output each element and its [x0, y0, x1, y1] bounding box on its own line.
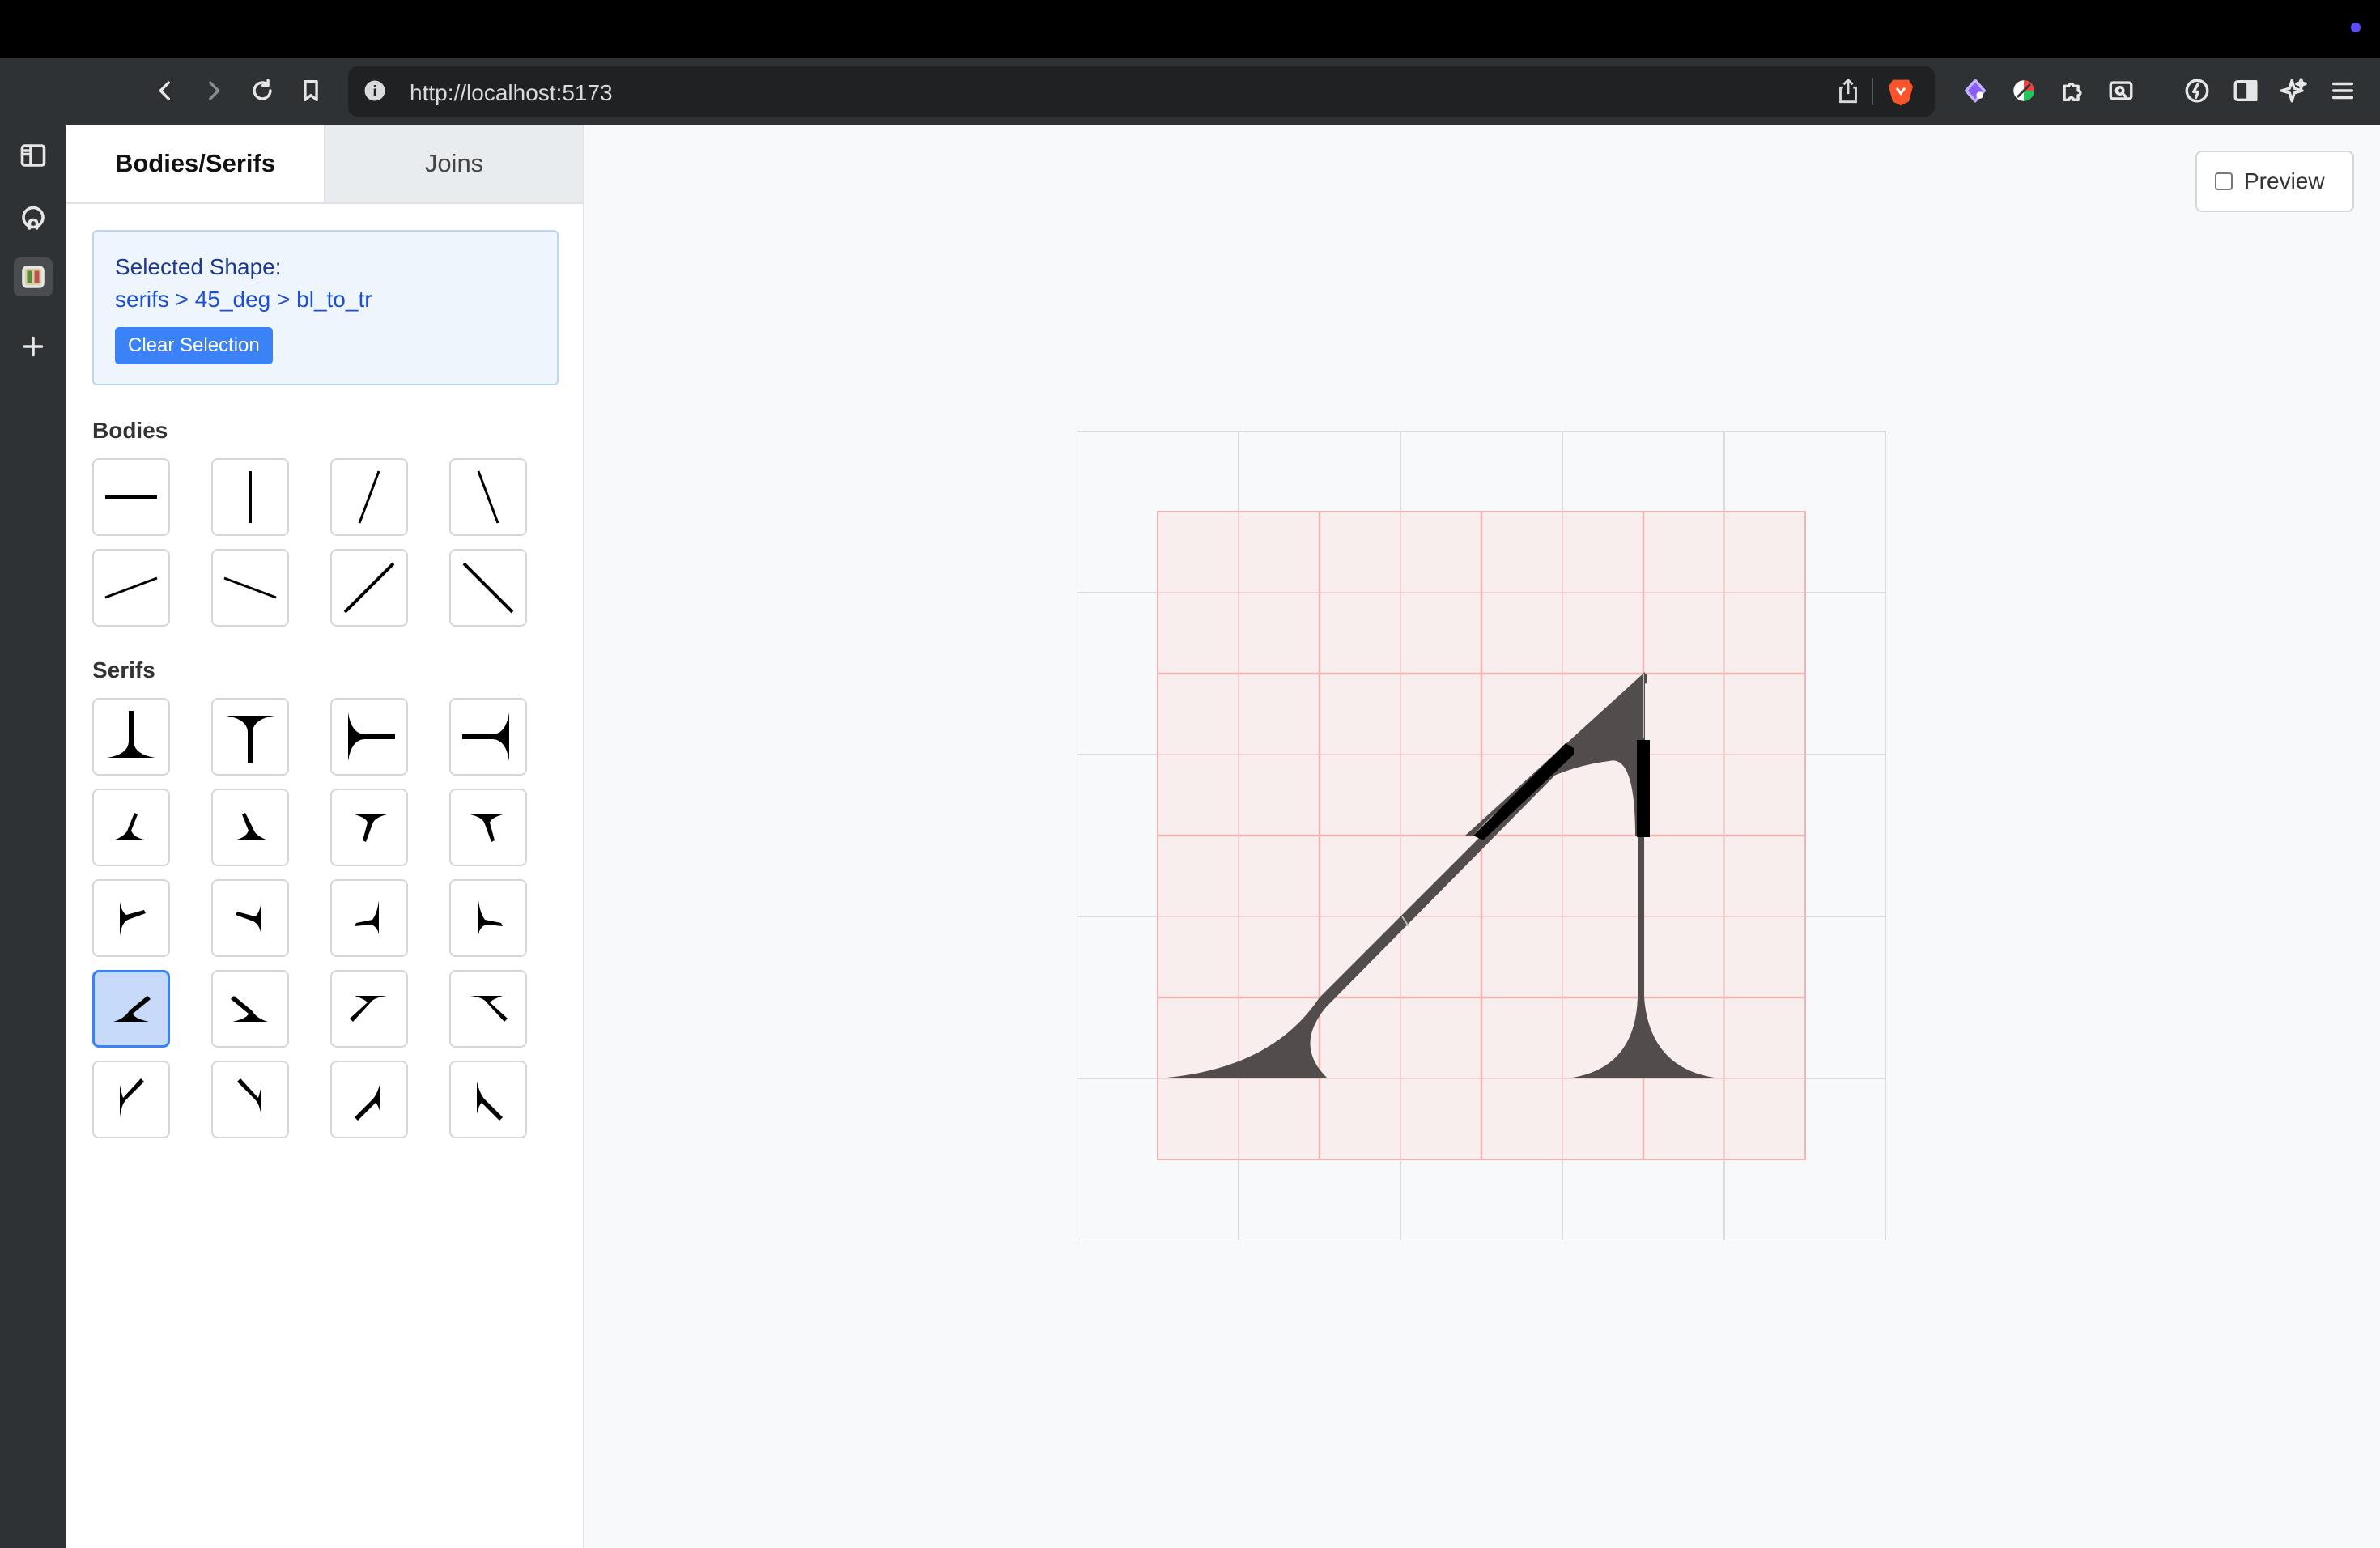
status-dot [2351, 23, 2361, 32]
serif-10-button[interactable] [211, 970, 289, 1048]
preview-toggle[interactable]: Preview [2195, 151, 2354, 212]
serifs-grid [92, 698, 527, 1138]
serif-left-button[interactable] [330, 698, 408, 776]
serif-4-button[interactable] [449, 789, 527, 866]
serif-bottom-button[interactable] [92, 698, 170, 776]
site-info-icon[interactable] [363, 79, 387, 103]
serif-top-button[interactable] [211, 698, 289, 776]
address-divider [1872, 78, 1873, 105]
menu-icon[interactable] [2323, 71, 2362, 110]
body-shallow-down-button[interactable] [211, 549, 289, 627]
selected-shape-path: serifs > 45_deg > bl_to_tr [115, 287, 372, 312]
bookmark-icon[interactable] [291, 71, 330, 110]
share-icon[interactable] [1833, 76, 1864, 107]
sidebar-toggle-icon[interactable] [2226, 71, 2265, 110]
serifs-heading: Serifs [92, 657, 155, 683]
clear-selection-button[interactable]: Clear Selection [115, 327, 273, 364]
serif-1-button[interactable] [92, 789, 170, 866]
serif-2-button[interactable] [211, 789, 289, 866]
preview-label: Preview [2244, 168, 2325, 194]
bodies-heading: Bodies [92, 418, 168, 443]
tab-bar: Bodies/Serifs Joins [66, 125, 583, 204]
tab-joins[interactable]: Joins [325, 125, 583, 202]
reader-mode-icon[interactable] [2102, 71, 2140, 110]
bodies-grid [92, 458, 527, 627]
body-vertical-button[interactable] [211, 458, 289, 536]
os-menu-bar [0, 0, 2380, 58]
serif-right-button[interactable] [449, 698, 527, 776]
glyph-canvas[interactable] [1077, 431, 1886, 1240]
editor-canvas-area: Preview [584, 125, 2380, 1548]
serif-12-button[interactable] [449, 970, 527, 1048]
back-icon[interactable] [146, 71, 185, 110]
browser-side-rail [0, 125, 66, 1548]
github-icon[interactable] [14, 199, 53, 238]
speedreader-icon[interactable] [2178, 71, 2216, 110]
body-slash-button[interactable] [330, 458, 408, 536]
serif-6-button[interactable] [211, 879, 289, 957]
body-shallow-up-button[interactable] [92, 549, 170, 627]
extensions-icon[interactable] [2053, 71, 2092, 110]
reload-icon[interactable] [243, 71, 282, 110]
leo-ai-icon[interactable] [2275, 71, 2314, 110]
serif-13-button[interactable] [92, 1061, 170, 1138]
serif-7-button[interactable] [330, 879, 408, 957]
body-horizontal-button[interactable] [92, 458, 170, 536]
add-icon[interactable] [14, 327, 53, 366]
body-diagonal-up-button[interactable] [330, 549, 408, 627]
tab-bodies-serifs[interactable]: Bodies/Serifs [66, 125, 325, 202]
serif-5-button[interactable] [92, 879, 170, 957]
browser-toolbar: http://localhost:5173 [0, 58, 2380, 125]
brave-shield-icon[interactable] [1885, 74, 1917, 107]
serif-45-bl-to-tr-button[interactable] [92, 970, 170, 1048]
serif-14-button[interactable] [211, 1061, 289, 1138]
body-backslash-button[interactable] [449, 458, 527, 536]
color-extension-icon[interactable] [2004, 71, 2043, 110]
vpn-icon[interactable] [1956, 71, 1995, 110]
app-shortcut-icon[interactable] [14, 257, 53, 296]
serif-8-button[interactable] [449, 879, 527, 957]
serif-3-button[interactable] [330, 789, 408, 866]
serif-15-button[interactable] [330, 1061, 408, 1138]
selected-shape-panel: Selected Shape: serifs > 45_deg > bl_to_… [92, 230, 559, 385]
serif-16-button[interactable] [449, 1061, 527, 1138]
url-text[interactable]: http://localhost:5173 [410, 80, 613, 106]
serif-11-button[interactable] [330, 970, 408, 1048]
selected-shape-title: Selected Shape: [115, 254, 282, 279]
body-diagonal-down-button[interactable] [449, 549, 527, 627]
sidebar-panel-icon[interactable] [14, 136, 53, 175]
shape-sidebar: Bodies/Serifs Joins Selected Shape: seri… [66, 125, 584, 1548]
forward-icon[interactable] [194, 71, 233, 110]
address-bar[interactable]: http://localhost:5173 [348, 66, 1935, 117]
preview-checkbox[interactable] [2215, 172, 2233, 190]
